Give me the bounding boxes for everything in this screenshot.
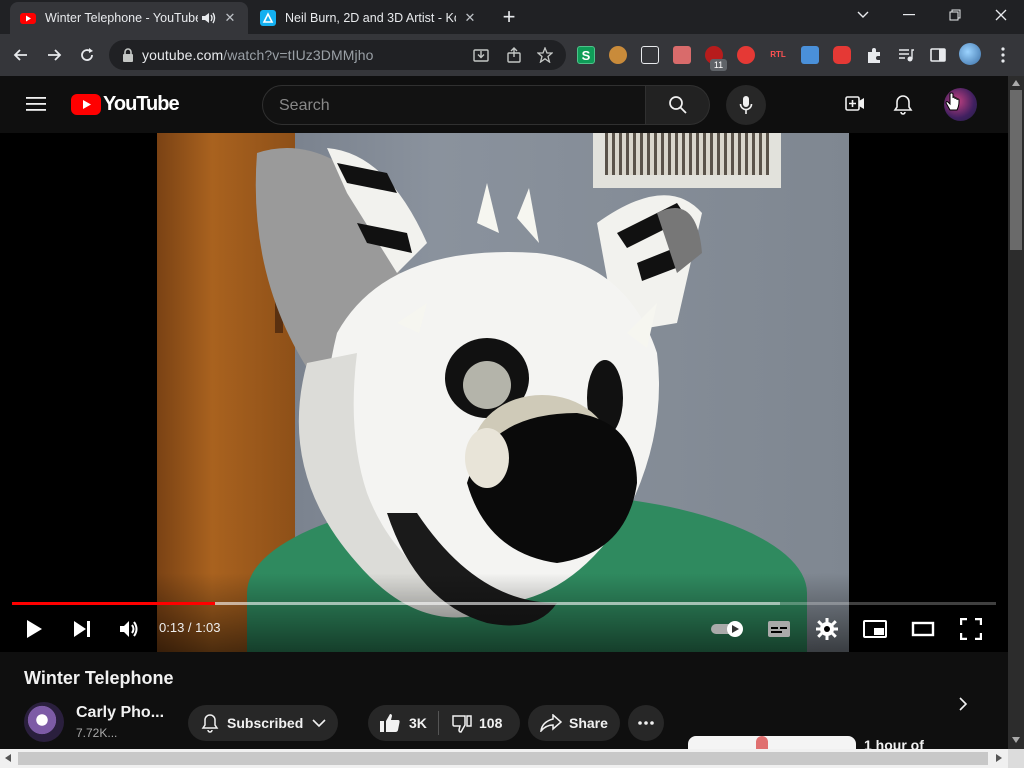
close-tab-icon[interactable]: ✕ bbox=[222, 10, 238, 26]
dislike-count: 108 bbox=[479, 715, 503, 731]
back-icon[interactable] bbox=[6, 40, 36, 70]
bookmark-star-icon[interactable] bbox=[537, 47, 553, 63]
notifications-bell-icon[interactable] bbox=[893, 94, 913, 115]
more-horizontal-icon bbox=[638, 721, 654, 725]
tab-title: Winter Telephone - YouTube bbox=[45, 11, 198, 25]
forward-icon[interactable] bbox=[39, 40, 69, 70]
reload-icon[interactable] bbox=[72, 40, 102, 70]
fullscreen-icon[interactable] bbox=[960, 618, 982, 640]
media-controls-icon[interactable] bbox=[897, 46, 915, 64]
create-video-icon[interactable] bbox=[845, 95, 865, 113]
progress-bar[interactable] bbox=[12, 602, 996, 605]
audio-playing-icon[interactable] bbox=[202, 12, 216, 24]
voice-search-button[interactable] bbox=[726, 85, 766, 125]
hand-cursor-icon bbox=[945, 92, 960, 111]
like-count: 3K bbox=[409, 715, 427, 731]
chevron-right-icon[interactable] bbox=[958, 696, 968, 712]
subscribe-label: Subscribed bbox=[227, 715, 304, 731]
scroll-left-icon[interactable] bbox=[5, 754, 11, 762]
restore-icon[interactable] bbox=[932, 0, 978, 30]
search-placeholder: Search bbox=[279, 97, 330, 114]
new-tab-button[interactable]: + bbox=[497, 6, 521, 28]
youtube-logo-text: YouTube bbox=[103, 93, 180, 115]
video-title: Winter Telephone bbox=[24, 668, 174, 688]
extension-red-icon[interactable] bbox=[673, 46, 691, 64]
vertical-scrollbar[interactable] bbox=[1008, 76, 1024, 749]
browser-toolbar: youtube.com/watch?v=tIUz3DMMjho S 11 RTL bbox=[0, 34, 1024, 76]
subscribe-button[interactable]: Subscribed bbox=[188, 705, 338, 741]
address-bar[interactable]: youtube.com/watch?v=tIUz3DMMjho bbox=[109, 40, 566, 70]
like-dislike-group: 3K 108 bbox=[368, 705, 520, 741]
youtube-header: YouTube Search bbox=[0, 76, 1008, 133]
search-input[interactable]: Search bbox=[262, 85, 646, 125]
bell-icon bbox=[201, 714, 219, 733]
microphone-icon bbox=[739, 96, 753, 114]
thumbs-down-icon bbox=[452, 714, 472, 733]
thumbs-up-icon bbox=[380, 714, 400, 732]
glasses-extension-icon[interactable] bbox=[641, 46, 659, 64]
minimize-icon[interactable] bbox=[886, 0, 932, 30]
settings-gear-icon[interactable] bbox=[816, 618, 838, 640]
extension-s-icon[interactable]: S bbox=[577, 46, 595, 64]
miniplayer-icon[interactable] bbox=[863, 619, 887, 639]
share-button[interactable]: Share bbox=[528, 705, 620, 741]
extension-badge: 11 bbox=[710, 59, 727, 71]
time-display: 0:13 / 1:03 bbox=[159, 620, 221, 635]
youtube-favicon-icon bbox=[20, 13, 36, 24]
played-bar bbox=[12, 602, 215, 605]
subtitles-icon[interactable] bbox=[767, 619, 791, 639]
url-text[interactable]: youtube.com/watch?v=tIUz3DMMjho bbox=[142, 47, 373, 63]
share-label: Share bbox=[569, 715, 608, 731]
next-video-icon[interactable] bbox=[72, 619, 92, 639]
tab-title: Neil Burn, 2D and 3D Artist - Kon bbox=[285, 11, 456, 25]
youtube-extension-icon[interactable] bbox=[833, 46, 851, 64]
vertical-scroll-thumb[interactable] bbox=[1010, 90, 1022, 250]
subscriber-count: 7.72K... bbox=[76, 726, 118, 740]
channel-name[interactable]: Carly Pho... bbox=[76, 704, 164, 722]
video-player[interactable] bbox=[0, 133, 1008, 652]
red-circle-extension-icon[interactable] bbox=[737, 46, 755, 64]
scroll-right-icon[interactable] bbox=[996, 754, 1002, 762]
channel-avatar[interactable] bbox=[24, 702, 64, 742]
autoplay-toggle[interactable] bbox=[711, 621, 745, 637]
youtube-play-logo-icon bbox=[71, 94, 101, 115]
horizontal-scroll-thumb[interactable] bbox=[18, 752, 988, 765]
scroll-down-icon[interactable] bbox=[1012, 737, 1020, 743]
photo-extension-icon[interactable] bbox=[801, 46, 819, 64]
related-video-title[interactable]: 1 hour of bbox=[864, 737, 924, 749]
side-panel-icon[interactable] bbox=[929, 46, 947, 64]
hamburger-menu-icon[interactable] bbox=[26, 96, 46, 112]
share-page-icon[interactable] bbox=[506, 47, 522, 63]
extensions-puzzle-icon[interactable] bbox=[865, 46, 883, 64]
artstation-favicon-icon bbox=[260, 10, 276, 26]
more-actions-button[interactable] bbox=[628, 705, 664, 741]
install-app-icon[interactable] bbox=[473, 47, 489, 63]
theater-mode-icon[interactable] bbox=[911, 621, 935, 637]
play-icon[interactable] bbox=[24, 619, 44, 639]
share-arrow-icon bbox=[540, 714, 562, 732]
tab-youtube[interactable]: Winter Telephone - YouTube ✕ bbox=[10, 2, 248, 34]
tab-strip: Winter Telephone - YouTube ✕ Neil Burn, … bbox=[0, 0, 1024, 34]
profile-avatar-icon[interactable] bbox=[959, 43, 981, 65]
browser-menu-icon[interactable] bbox=[994, 46, 1012, 64]
scrollbar-corner bbox=[1008, 749, 1024, 768]
cookie-extension-icon[interactable] bbox=[609, 46, 627, 64]
search-icon bbox=[668, 96, 687, 114]
scroll-up-icon[interactable] bbox=[1012, 80, 1020, 86]
close-tab-icon[interactable]: ✕ bbox=[462, 10, 478, 26]
related-video-thumbnail[interactable] bbox=[688, 736, 856, 749]
rtl-extension-icon[interactable]: RTL bbox=[769, 46, 787, 64]
like-button[interactable]: 3K bbox=[368, 705, 438, 741]
close-window-icon[interactable] bbox=[978, 0, 1024, 30]
lock-icon[interactable] bbox=[120, 47, 136, 63]
youtube-logo[interactable]: YouTube bbox=[71, 93, 180, 116]
horizontal-scrollbar[interactable] bbox=[0, 749, 1008, 768]
dislike-button[interactable]: 108 bbox=[439, 705, 502, 741]
volume-icon[interactable] bbox=[118, 618, 140, 640]
tab-artstation[interactable]: Neil Burn, 2D and 3D Artist - Kon ✕ bbox=[250, 2, 488, 34]
chevron-down-icon bbox=[312, 719, 326, 728]
tab-search-icon[interactable] bbox=[840, 0, 886, 30]
search-button[interactable] bbox=[646, 85, 710, 125]
